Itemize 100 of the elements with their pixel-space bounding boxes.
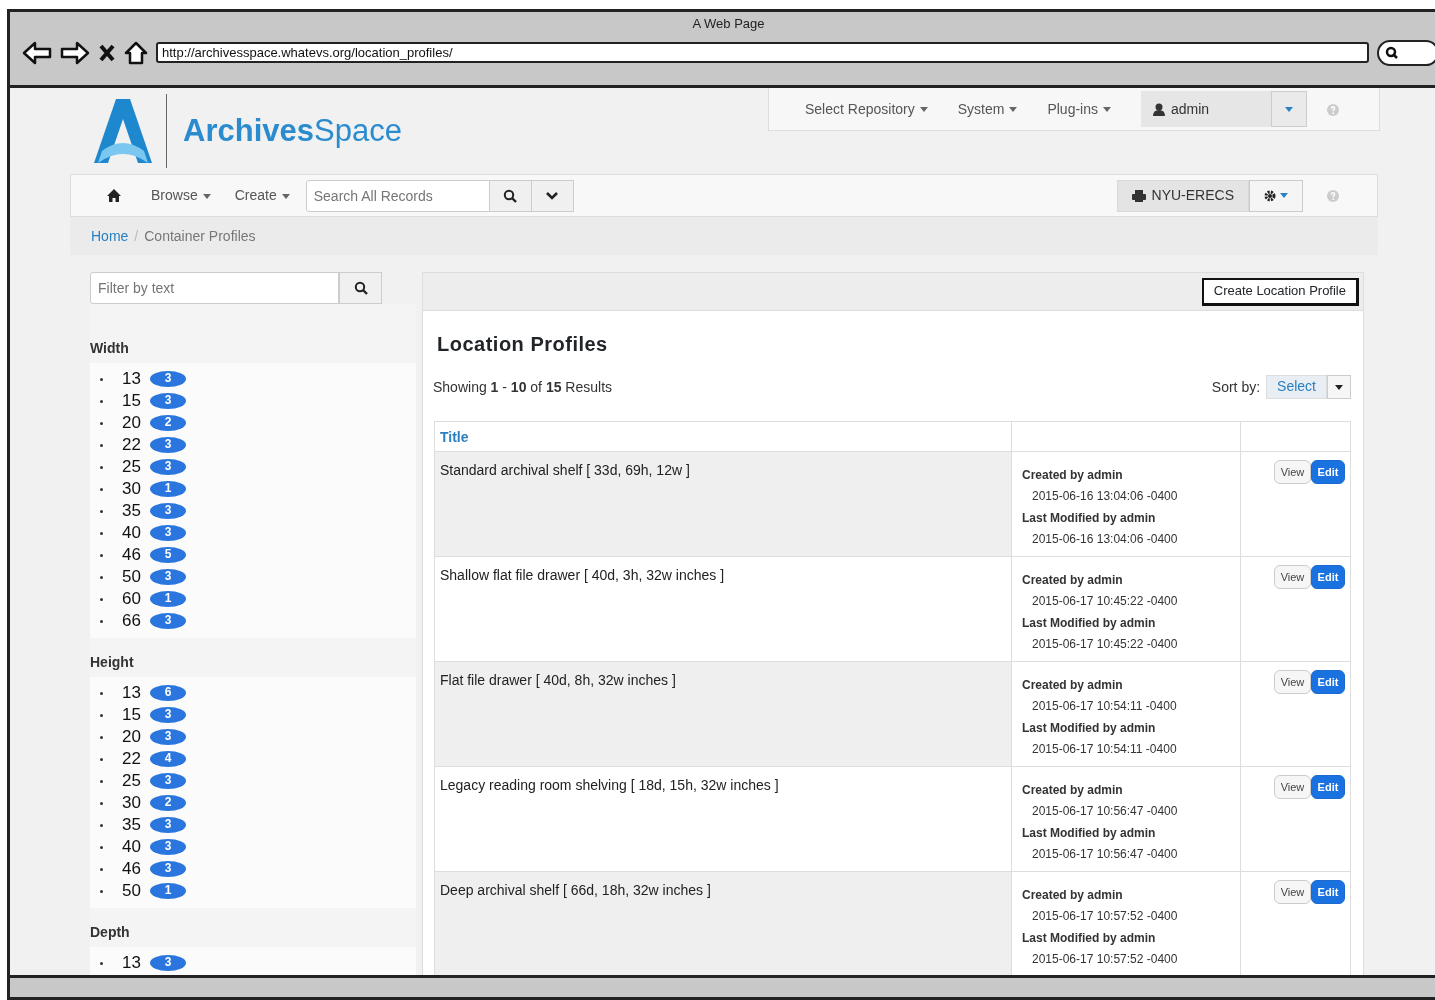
count-badge: 6 <box>150 685 186 701</box>
count-badge: 5 <box>150 547 186 563</box>
view-button[interactable]: View <box>1274 880 1311 904</box>
menu-link[interactable]: System <box>957 98 1018 120</box>
menu-link[interactable]: Select Repository <box>805 98 928 120</box>
count-badge: 3 <box>150 773 186 789</box>
bullet-icon <box>100 553 103 557</box>
count-badge: 4 <box>150 751 186 767</box>
count-badge: 3 <box>150 437 186 453</box>
caret-icon <box>1285 106 1293 112</box>
table-cell-text: Standard archival shelf [ 33d, 69h, 12w ] <box>440 461 691 480</box>
search-icon <box>353 281 368 295</box>
menu-link[interactable]: Create <box>234 185 290 206</box>
count-badge: 3 <box>150 839 186 855</box>
bullet-icon <box>100 487 103 491</box>
edit-button[interactable]: Edit <box>1311 460 1345 484</box>
count-badge: 1 <box>150 481 186 497</box>
count-badge: 3 <box>150 861 186 877</box>
forward-icon[interactable] <box>60 40 90 65</box>
home-icon[interactable] <box>124 40 148 65</box>
bullet-icon <box>100 377 103 381</box>
bullet-icon <box>100 867 103 871</box>
url-field[interactable]: http://archivesspace.whatevs.org/location_profiles/ <box>156 42 1369 63</box>
timestamp: 2015-06-17 10:54:11 -0400 <box>1032 699 1177 713</box>
timestamp: 2015-06-17 10:56:47 -0400 <box>1032 847 1178 861</box>
search-button[interactable] <box>488 179 532 212</box>
facet-heading: Width <box>90 340 129 356</box>
edit-button[interactable]: Edit <box>1311 565 1345 589</box>
column-header[interactable]: Title <box>440 429 469 445</box>
bullet-icon <box>100 961 103 965</box>
advanced-search-button[interactable] <box>530 179 574 212</box>
back-icon[interactable] <box>22 40 52 65</box>
home-icon <box>107 189 121 202</box>
count-badge: 2 <box>150 795 186 811</box>
bullet-icon <box>100 399 103 403</box>
user-menu[interactable]: admin <box>1141 91 1271 127</box>
dropdown-button[interactable] <box>1327 375 1351 399</box>
count-badge: 3 <box>150 503 186 519</box>
bullet-icon <box>100 691 103 695</box>
results-summary: Showing 1 - 10 of 15 Results <box>433 377 613 397</box>
search-field[interactable] <box>1377 39 1435 66</box>
menu-link[interactable]: Browse <box>151 185 211 206</box>
table-cell-text: Deep archival shelf [ 66d, 18h, 32w inches ] <box>440 881 712 900</box>
menu-link[interactable]: Plug-ins <box>1047 98 1111 120</box>
view-button[interactable]: View <box>1274 565 1311 589</box>
help-icon <box>1327 103 1339 116</box>
count-badge: 3 <box>150 955 186 971</box>
user-icon <box>1153 102 1165 116</box>
count-badge: 1 <box>150 883 186 899</box>
bullet-icon <box>100 421 103 425</box>
close-icon[interactable] <box>98 42 116 63</box>
count-badge: 3 <box>150 393 186 409</box>
view-button[interactable]: View <box>1274 775 1311 799</box>
bullet-icon <box>100 845 103 849</box>
page-heading: Location Profiles <box>437 332 609 357</box>
breadcrumb-separator: / <box>134 226 139 246</box>
sort-label: Sort by: <box>1211 377 1261 397</box>
audit-label: Created by admin <box>1022 678 1123 692</box>
settings-icon <box>1264 189 1276 202</box>
table-cell-text: Flat file drawer [ 40d, 8h, 32w inches ] <box>440 671 677 690</box>
bullet-icon <box>100 575 103 579</box>
edit-button[interactable]: Edit <box>1311 775 1345 799</box>
audit-label: Last Modified by admin <box>1022 511 1156 525</box>
search-button[interactable] <box>339 272 382 304</box>
create-button[interactable]: Create Location Profile <box>1201 277 1359 306</box>
timestamp: 2015-06-16 13:04:06 -0400 <box>1032 489 1178 503</box>
sort-select[interactable]: Select <box>1266 375 1327 399</box>
edit-button[interactable]: Edit <box>1311 670 1345 694</box>
facet-link[interactable]: 13 <box>122 950 150 975</box>
view-button[interactable]: View <box>1274 460 1311 484</box>
facet-heading: Height <box>90 654 134 670</box>
audit-label: Created by admin <box>1022 468 1123 482</box>
bullet-icon <box>100 801 103 805</box>
audit-label: Created by admin <box>1022 783 1123 797</box>
view-button[interactable]: View <box>1274 670 1311 694</box>
repository-button[interactable]: NYU-ERECS <box>1116 179 1249 212</box>
bullet-icon <box>100 531 103 535</box>
bullet-icon <box>100 713 103 717</box>
count-badge: 1 <box>150 591 186 607</box>
audit-label: Created by admin <box>1022 888 1123 902</box>
caret-icon <box>1009 107 1018 113</box>
chevron-down-icon <box>546 191 559 200</box>
table-cell-text: Legacy reading room shelving [ 18d, 15h, 32w inches ] <box>440 776 780 795</box>
count-badge: 3 <box>150 817 186 833</box>
logo-text: ArchivesSpace <box>166 94 402 168</box>
count-badge: 3 <box>150 613 186 629</box>
timestamp: 2015-06-16 13:04:06 -0400 <box>1032 532 1178 546</box>
audit-label: Created by admin <box>1022 573 1123 587</box>
caret-icon <box>281 193 290 199</box>
bullet-icon <box>100 735 103 739</box>
caret-icon <box>202 193 211 199</box>
edit-button[interactable]: Edit <box>1311 880 1345 904</box>
logo-icon <box>94 99 152 163</box>
count-badge: 3 <box>150 707 186 723</box>
breadcrumb-link[interactable]: Home <box>91 225 129 247</box>
breadcrumb-current: Container Profiles <box>144 226 256 246</box>
settings-button[interactable] <box>1249 179 1303 212</box>
count-badge: 2 <box>150 415 186 431</box>
bullet-icon <box>100 779 103 783</box>
caret-icon <box>1103 107 1111 113</box>
